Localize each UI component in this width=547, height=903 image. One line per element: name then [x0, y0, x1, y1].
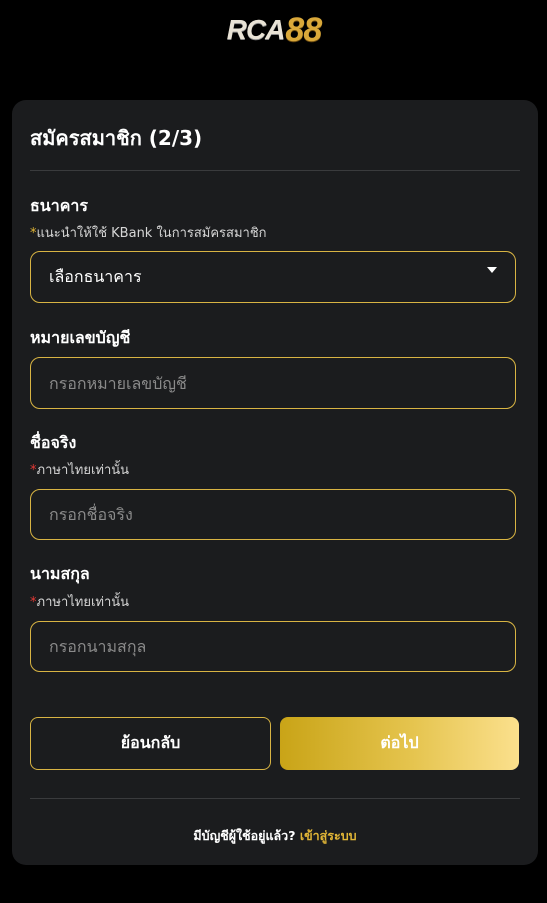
login-link[interactable]: เข้าสู่ระบบ	[300, 828, 357, 843]
logo-text: RCA	[226, 14, 286, 45]
title-divider	[30, 170, 520, 171]
login-question: มีบัญชีผู้ใช้อยู่แล้ว?	[193, 828, 296, 843]
header: RCA 88	[0, 0, 547, 100]
footer-divider	[30, 798, 520, 799]
firstname-label: ชื่อจริง	[30, 433, 77, 452]
page-title: สมัครสมาชิก (2/3)	[30, 126, 203, 150]
lastname-label: นามสกุล	[30, 564, 90, 583]
next-button[interactable]: ต่อไป	[280, 717, 519, 770]
firstname-input[interactable]	[30, 489, 516, 540]
register-card: สมัครสมาชิก (2/3) ธนาคาร *แนะนำให้ใช้ KB…	[12, 100, 538, 865]
bank-label: ธนาคาร	[30, 196, 88, 215]
bank-hint-text: แนะนำให้ใช้ KBank ในการสมัครสมาชิก	[36, 226, 267, 241]
firstname-hint: *ภาษาไทยเท่านั้น	[30, 459, 129, 480]
back-button[interactable]: ย้อนกลับ	[30, 717, 271, 770]
account-label: หมายเลขบัญชี	[30, 328, 131, 347]
account-number-input[interactable]	[30, 357, 516, 409]
login-prompt: มีบัญชีผู้ใช้อยู่แล้ว? เข้าสู่ระบบ	[12, 826, 538, 846]
firstname-hint-text: ภาษาไทยเท่านั้น	[36, 463, 130, 478]
caret-down-icon	[487, 267, 497, 273]
lastname-hint-text: ภาษาไทยเท่านั้น	[36, 595, 130, 610]
brand-logo[interactable]: RCA 88	[222, 10, 326, 50]
bank-select[interactable]: เลือกธนาคาร	[30, 251, 516, 303]
bank-hint: *แนะนำให้ใช้ KBank ในการสมัครสมาชิก	[30, 222, 267, 243]
logo-number: 88	[285, 10, 322, 49]
lastname-input[interactable]	[30, 621, 516, 672]
bank-select-value: เลือกธนาคาร	[49, 266, 142, 286]
lastname-hint: *ภาษาไทยเท่านั้น	[30, 591, 129, 612]
